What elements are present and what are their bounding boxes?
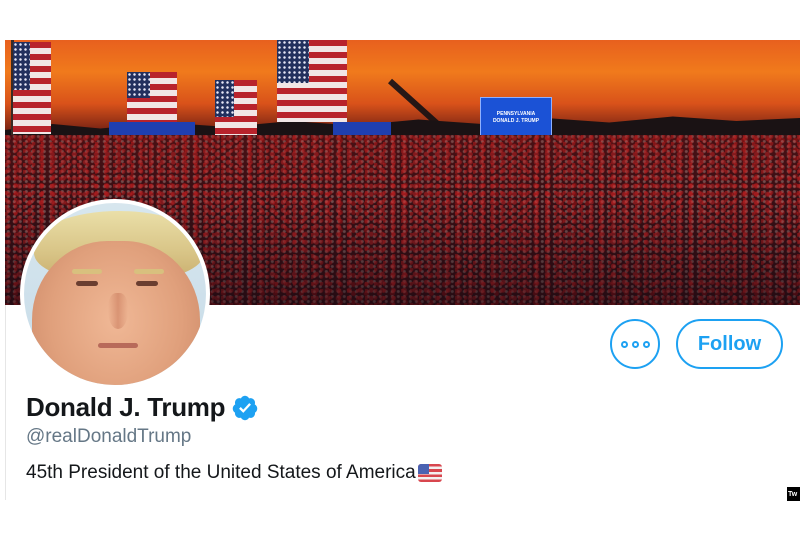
us-flag-icon [417,464,442,482]
profile-bio: 45th President of the United States of A… [26,462,442,484]
flag-1 [127,72,177,122]
avatar[interactable] [24,203,206,385]
screen-text-line1: PENNSYLVANIA [496,111,536,117]
flag-3 [277,40,347,122]
follow-button[interactable]: Follow [676,319,783,369]
stage-screen: PENNSYLVANIA DONALD J. TRUMP [480,97,552,139]
user-handle: @realDonaldTrump [26,426,192,447]
profile-name-row: Donald J. Trump [26,392,259,423]
display-name: Donald J. Trump [26,392,226,422]
verified-badge-icon [232,395,258,420]
corner-watermark: Tw [787,487,800,501]
rally-sign-left [109,122,195,136]
flag-left [13,42,51,134]
more-dots-icon [620,340,650,348]
bio-text: 45th President of the United States of A… [26,462,416,483]
screen-text-line2: DONALD J. TRUMP [492,118,540,124]
rally-sign-center [333,122,391,136]
more-options-button[interactable] [610,319,660,369]
